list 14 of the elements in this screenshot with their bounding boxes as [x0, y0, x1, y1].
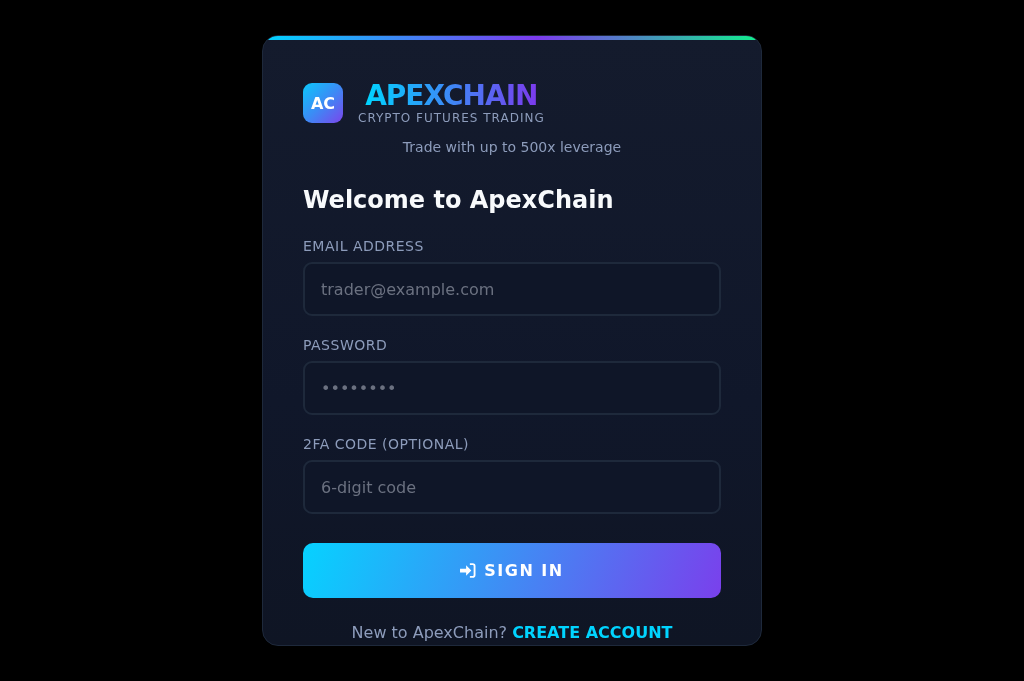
field-label: EMAIL ADDRESS — [303, 238, 425, 255]
input-field[interactable]: trader@example.com — [303, 262, 721, 316]
tagline: Trade with up to 500x leverage — [401, 139, 623, 156]
create-account-link[interactable]: CREATE ACCOUNT — [512, 623, 673, 642]
input-field[interactable]: •••••••• — [303, 361, 721, 415]
input-field[interactable]: 6-digit code — [303, 460, 721, 514]
sign-in-button[interactable]: SIGN IN — [303, 543, 721, 598]
field-label: 2FA CODE (OPTIONAL) — [303, 436, 470, 453]
welcome-heading: Welcome to ApexChain — [303, 186, 615, 215]
logo-mark: AC — [303, 83, 343, 123]
brand-subtitle: CRYPTO FUTURES TRADING — [358, 111, 545, 126]
field-label: PASSWORD — [303, 337, 389, 354]
arrow-into-bracket-icon — [460, 563, 477, 578]
signup-prompt: New to ApexChain? CREATE ACCOUNT — [350, 623, 674, 642]
